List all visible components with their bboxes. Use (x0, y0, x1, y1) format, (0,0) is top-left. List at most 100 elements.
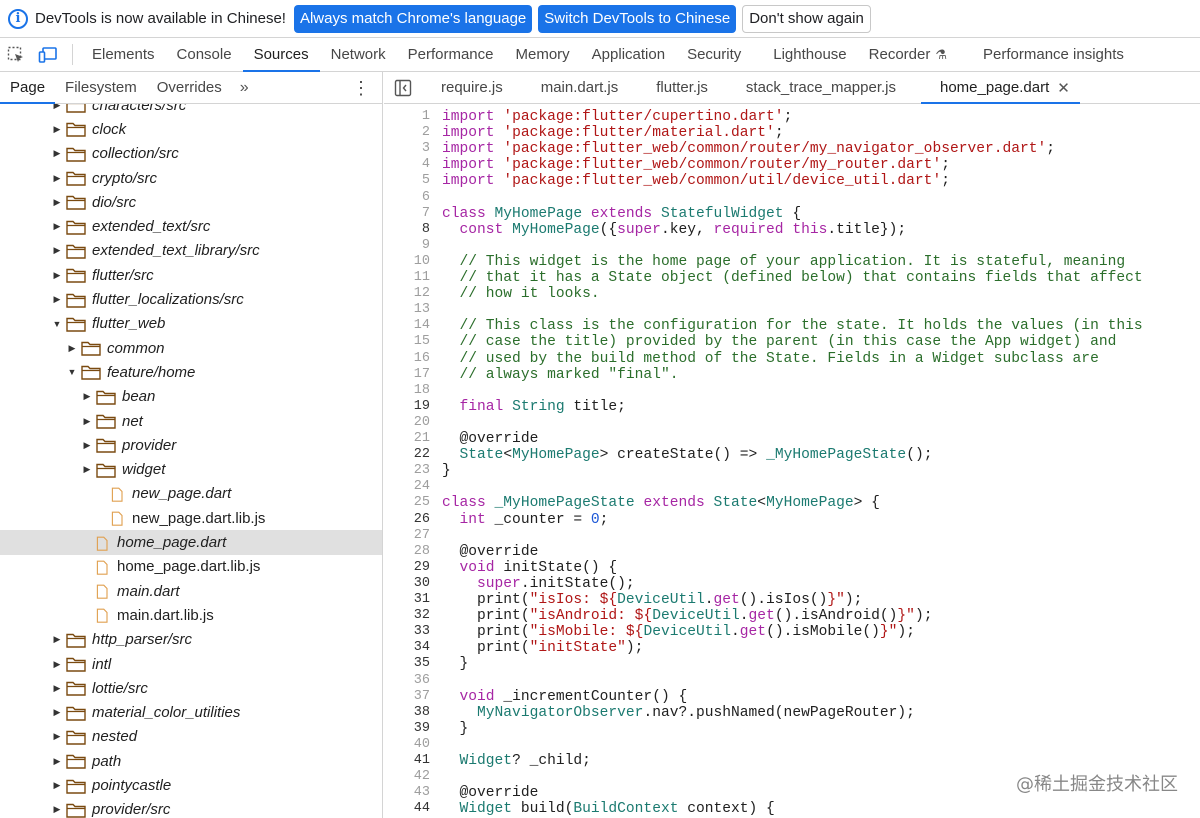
line-number[interactable]: 27 (384, 528, 430, 544)
tree-folder[interactable]: ▶ flutter_localizations/src (0, 287, 382, 311)
collapsed-arrow-icon[interactable]: ▶ (80, 416, 94, 427)
panel-tab-sources[interactable]: Sources (242, 38, 320, 72)
line-number[interactable]: 36 (384, 673, 430, 689)
code-view[interactable]: 1 import 'package:flutter/cupertino.dart'… (384, 104, 1200, 818)
tree-folder[interactable]: ▶ characters/src (0, 104, 382, 117)
line-number[interactable]: 28 (384, 544, 430, 560)
line-number[interactable]: 11 (384, 270, 430, 286)
line-number[interactable]: 25 (384, 495, 430, 511)
line-number[interactable]: 43 (384, 785, 430, 801)
panel-tab-lighthouse[interactable]: Lighthouse (762, 38, 857, 71)
tree-folder[interactable]: ▶ collection/src (0, 142, 382, 166)
collapsed-arrow-icon[interactable]: ▶ (80, 464, 94, 475)
tree-folder[interactable]: ▶ provider/src (0, 798, 382, 818)
line-number[interactable]: 34 (384, 640, 430, 656)
collapsed-arrow-icon[interactable]: ▶ (50, 683, 64, 694)
collapsed-arrow-icon[interactable]: ▶ (50, 270, 64, 281)
subtab-overrides[interactable]: Overrides (147, 72, 232, 103)
line-number[interactable]: 20 (384, 415, 430, 431)
collapsed-arrow-icon[interactable]: ▶ (50, 245, 64, 256)
tree-folder[interactable]: ▶ bean (0, 385, 382, 409)
collapsed-arrow-icon[interactable]: ▶ (50, 173, 64, 184)
line-number[interactable]: 41 (384, 753, 430, 769)
tree-folder[interactable]: ▼ flutter_web (0, 312, 382, 336)
collapsed-arrow-icon[interactable]: ▶ (50, 659, 64, 670)
line-number[interactable]: 32 (384, 608, 430, 624)
toggle-navigator-icon[interactable] (384, 72, 422, 103)
line-number[interactable]: 40 (384, 737, 430, 753)
line-number[interactable]: 5 (384, 173, 430, 189)
tree-file[interactable]: new_page.dart (0, 482, 382, 506)
close-tab-icon[interactable]: ✕ (1057, 79, 1070, 97)
tree-file[interactable]: main.dart (0, 579, 382, 603)
line-number[interactable]: 24 (384, 479, 430, 495)
line-number[interactable]: 18 (384, 383, 430, 399)
panel-tab-elements[interactable]: Elements (81, 38, 166, 71)
line-number[interactable]: 3 (384, 141, 430, 157)
collapsed-arrow-icon[interactable]: ▶ (50, 197, 64, 208)
line-number[interactable]: 35 (384, 656, 430, 672)
panel-tab-recorder[interactable]: Recorder ⚗ (858, 38, 958, 71)
file-tab-home-page-dart[interactable]: home_page.dart ✕ (921, 72, 1080, 104)
line-number[interactable]: 15 (384, 334, 430, 350)
file-tab-main-dart-js[interactable]: main.dart.js (522, 72, 638, 103)
line-number[interactable]: 7 (384, 206, 430, 222)
line-number[interactable]: 44 (384, 801, 430, 817)
collapsed-arrow-icon[interactable]: ▶ (50, 707, 64, 718)
collapsed-arrow-icon[interactable]: ▶ (50, 634, 64, 645)
line-number[interactable]: 4 (384, 157, 430, 173)
collapsed-arrow-icon[interactable]: ▶ (65, 343, 79, 354)
panel-tab-performance[interactable]: Performance (397, 38, 505, 71)
tree-folder[interactable]: ▶ common (0, 336, 382, 360)
collapsed-arrow-icon[interactable]: ▶ (50, 294, 64, 305)
line-number[interactable]: 8 (384, 222, 430, 238)
tree-folder[interactable]: ▶ extended_text/src (0, 215, 382, 239)
line-number[interactable]: 21 (384, 431, 430, 447)
panel-tab-network[interactable]: Network (320, 38, 397, 71)
line-number[interactable]: 26 (384, 512, 430, 528)
line-number[interactable]: 37 (384, 689, 430, 705)
line-number[interactable]: 22 (384, 447, 430, 463)
tree-folder[interactable]: ▶ nested (0, 725, 382, 749)
tree-folder[interactable]: ▶ lottie/src (0, 676, 382, 700)
tree-folder[interactable]: ▶ dio/src (0, 190, 382, 214)
tree-folder[interactable]: ▶ flutter/src (0, 263, 382, 287)
file-tab-flutter-js[interactable]: flutter.js (637, 72, 727, 103)
dont-show-again-button[interactable]: Don't show again (742, 4, 871, 33)
collapsed-arrow-icon[interactable]: ▶ (80, 391, 94, 402)
tree-folder[interactable]: ▶ material_color_utilities (0, 701, 382, 725)
collapsed-arrow-icon[interactable]: ▶ (50, 124, 64, 135)
tree-folder[interactable]: ▶ pointycastle (0, 773, 382, 797)
line-number[interactable]: 42 (384, 769, 430, 785)
collapsed-arrow-icon[interactable]: ▶ (50, 148, 64, 159)
subtab-page[interactable]: Page (0, 72, 56, 104)
inspect-element-icon[interactable] (0, 38, 32, 71)
collapsed-arrow-icon[interactable]: ▶ (50, 104, 64, 111)
tree-folder[interactable]: ▶ crypto/src (0, 166, 382, 190)
collapsed-arrow-icon[interactable]: ▶ (50, 221, 64, 232)
line-number[interactable]: 14 (384, 318, 430, 334)
device-toolbar-icon[interactable] (32, 38, 64, 71)
line-number[interactable]: 31 (384, 592, 430, 608)
panel-tab-security[interactable]: Security (676, 38, 752, 71)
line-number[interactable]: 1 (384, 109, 430, 125)
panel-tab-memory[interactable]: Memory (505, 38, 581, 71)
tree-folder[interactable]: ▶ provider (0, 433, 382, 457)
tree-folder[interactable]: ▼ feature/home (0, 360, 382, 384)
line-number[interactable]: 13 (384, 302, 430, 318)
line-number[interactable]: 6 (384, 190, 430, 206)
tree-file[interactable]: main.dart.lib.js (0, 603, 382, 627)
more-tabs-icon[interactable]: » (232, 72, 254, 103)
tree-folder[interactable]: ▶ http_parser/src (0, 628, 382, 652)
tree-folder[interactable]: ▶ extended_text_library/src (0, 239, 382, 263)
panel-tab-application[interactable]: Application (581, 38, 676, 71)
line-number[interactable]: 9 (384, 238, 430, 254)
line-number[interactable]: 10 (384, 254, 430, 270)
expanded-arrow-icon[interactable]: ▼ (65, 367, 79, 377)
switch-to-chinese-button[interactable]: Switch DevTools to Chinese (538, 4, 737, 33)
tree-folder[interactable]: ▶ path (0, 749, 382, 773)
line-number[interactable]: 29 (384, 560, 430, 576)
tree-file[interactable]: home_page.dart.lib.js (0, 555, 382, 579)
line-number[interactable]: 23 (384, 463, 430, 479)
subtab-filesystem[interactable]: Filesystem (55, 72, 147, 103)
